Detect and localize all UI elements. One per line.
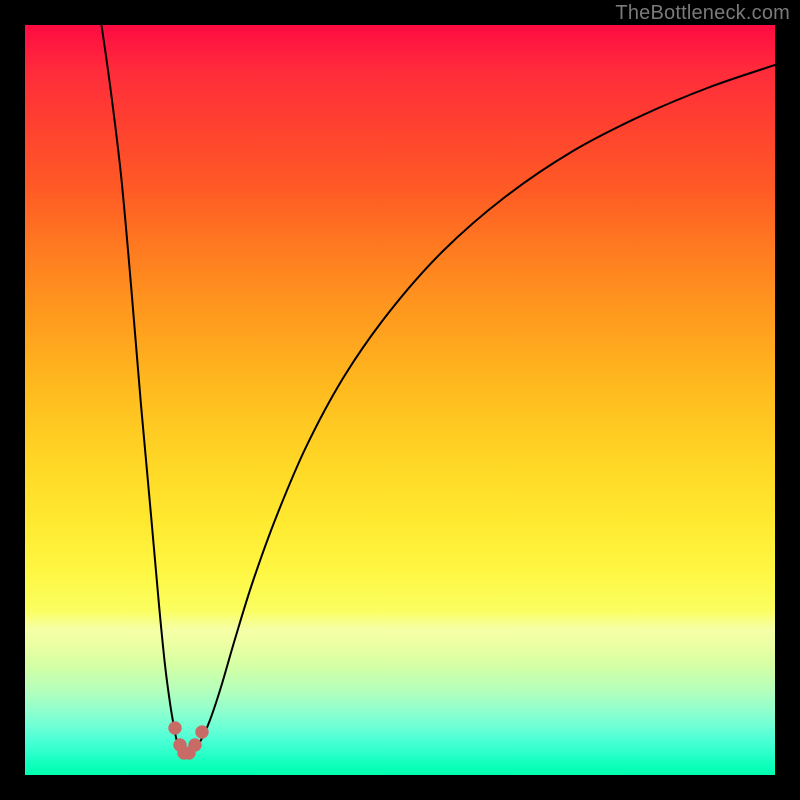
chart-frame: TheBottleneck.com [0, 0, 800, 800]
curve-marker [196, 726, 209, 739]
curve-marker [169, 722, 182, 735]
curve-markers [169, 722, 209, 760]
curve-marker [189, 739, 202, 752]
bottleneck-curve [100, 25, 775, 755]
watermark-text: TheBottleneck.com [615, 2, 790, 25]
bottleneck-chart-svg [25, 25, 775, 775]
plot-area [25, 25, 775, 775]
